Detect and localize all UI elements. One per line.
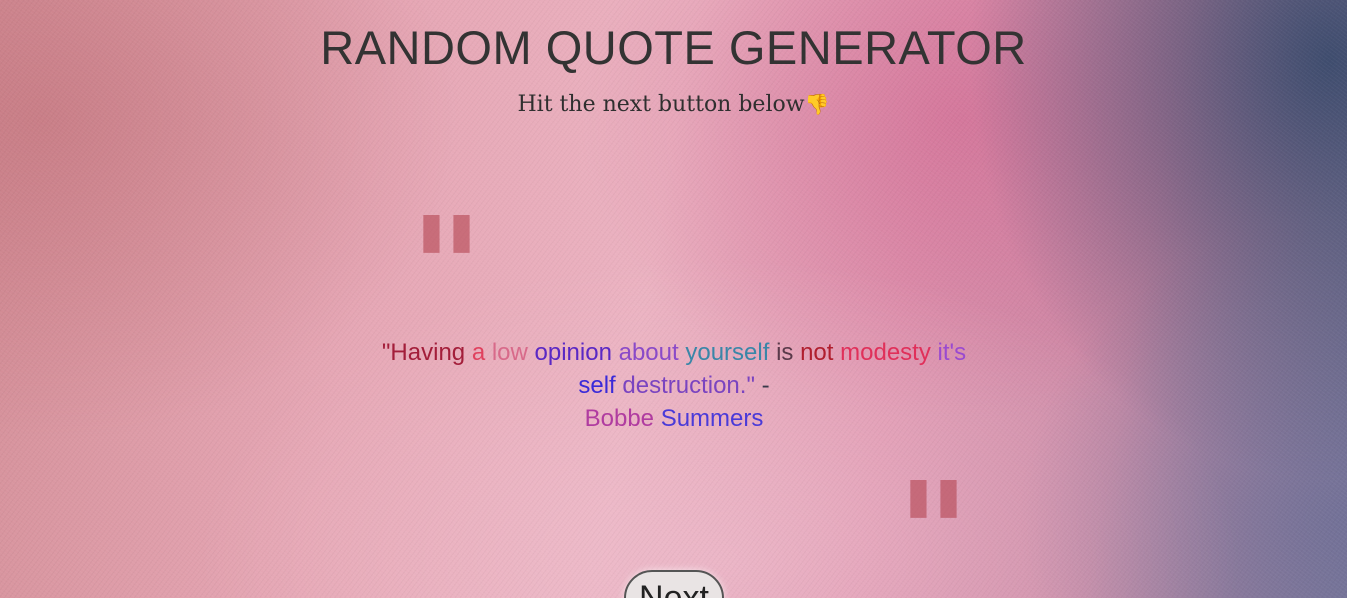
close-quote-icon: " <box>897 453 970 598</box>
quote-word: about <box>618 339 679 366</box>
quote-word: not <box>800 339 834 366</box>
author-word: Bobbe <box>584 405 655 432</box>
quote-body: "Having a low opinion about yourself is … <box>382 339 966 399</box>
author-word: Summers <box>660 405 764 432</box>
quote-word: self <box>578 372 616 399</box>
quote-text: "Having a low opinion about yourself is … <box>374 336 974 435</box>
next-button[interactable]: Next <box>624 570 724 598</box>
thumbs-down-icon: 👎 <box>804 92 830 116</box>
quote-word: is <box>776 339 794 366</box>
subtitle-text: Hit the next button below <box>517 92 805 117</box>
quote-word: low <box>491 339 528 366</box>
quote-word: a <box>471 339 486 366</box>
quote-word: modesty <box>840 339 931 366</box>
quote-word: opinion <box>534 339 612 366</box>
quote-word: "Having <box>381 339 466 366</box>
open-quote-icon: " <box>410 188 483 351</box>
page-title: RANDOM QUOTE GENERATOR <box>320 21 1027 74</box>
quote-word: destruction." <box>622 372 755 399</box>
page-subtitle: Hit the next button below👎 <box>0 87 1347 122</box>
quote-author: Bobbe Summers <box>374 402 974 435</box>
quote-word: yourself <box>685 339 770 366</box>
quote-word: - <box>761 372 770 399</box>
quote-word: it's <box>937 339 967 366</box>
